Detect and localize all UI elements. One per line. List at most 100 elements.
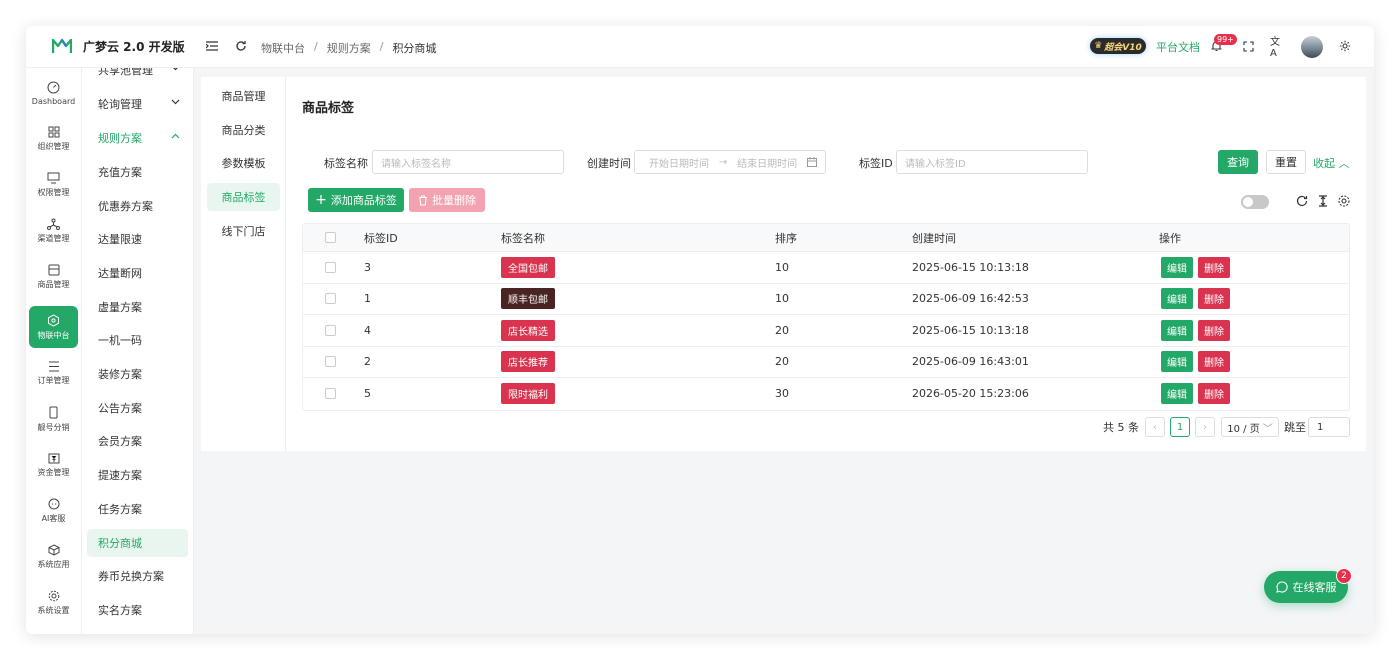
fullscreen-icon[interactable] [1240, 38, 1256, 54]
submenu-item[interactable]: 充值方案 [87, 158, 188, 186]
submenu-item[interactable]: 券币兑换方案 [87, 562, 188, 590]
tab-goods-tags[interactable]: 商品标签 [207, 183, 280, 211]
rail-item-channel[interactable]: 渠道管理 [29, 210, 78, 252]
submenu-item[interactable]: 优惠券方案 [87, 192, 188, 220]
submenu-item-shared-pool[interactable]: 共享池管理 [87, 68, 188, 84]
submenu-item[interactable]: 任务方案 [87, 495, 188, 523]
tab-param-template[interactable]: 参数模板 [207, 149, 280, 177]
rail-item-numbers[interactable]: 靓号分销 [29, 398, 78, 440]
dashboard-icon [47, 81, 60, 93]
tag-name-input[interactable]: 请输入标签名称 [372, 150, 564, 174]
submenu-item[interactable]: 一机一码 [87, 326, 188, 354]
rail-item-goods[interactable]: 商品管理 [29, 256, 78, 298]
breadcrumb-item[interactable]: 物联中台 [261, 40, 305, 56]
query-button[interactable]: 查询 [1218, 150, 1258, 174]
edit-button[interactable]: 编辑 [1161, 383, 1193, 405]
chat-icon [48, 498, 59, 510]
online-service-label: 在线客服 [1292, 581, 1337, 594]
refresh-icon[interactable] [233, 38, 249, 54]
tab-goods-category[interactable]: 商品分类 [207, 116, 280, 144]
delete-button[interactable]: 删除 [1198, 319, 1230, 341]
created-time-cell: 2026-05-20 15:23:06 [912, 387, 1029, 401]
row-checkbox[interactable] [325, 293, 336, 305]
user-avatar[interactable] [1301, 36, 1323, 58]
breadcrumb: 物联中台 / 规则方案 / 积分商城 [261, 40, 436, 56]
submenu-label: 轮询管理 [98, 98, 142, 111]
rail-item-system-apps[interactable]: 系统应用 [29, 536, 78, 578]
column-settings-icon[interactable] [1337, 194, 1351, 208]
end-date-input[interactable]: 结束日期时间 [737, 155, 797, 170]
row-checkbox[interactable] [325, 356, 336, 368]
page-number-button[interactable]: 1 [1170, 417, 1190, 437]
delete-button[interactable]: 删除 [1198, 351, 1230, 373]
tab-offline-stores[interactable]: 线下门店 [207, 217, 280, 245]
delete-button[interactable]: 删除 [1198, 288, 1230, 310]
row-checkbox[interactable] [325, 388, 336, 400]
submenu-item-points-mall[interactable]: 积分商城 [87, 529, 188, 557]
submenu-item-polling[interactable]: 轮询管理 [87, 90, 188, 118]
table-row: 5 限时福利 30 2026-05-20 15:23:06 编辑 删除 [303, 378, 1349, 410]
rail-item-iot[interactable]: 物联中台 [29, 306, 78, 348]
add-tag-button[interactable]: + 添加商品标签 [308, 188, 404, 212]
submenu-item[interactable]: 达量限速 [87, 225, 188, 253]
rail-item-ai-service[interactable]: AI客服 [29, 490, 78, 532]
add-tag-label: 添加商品标签 [330, 194, 397, 207]
tag-id-input[interactable]: 请输入标签ID [896, 150, 1088, 174]
edit-button[interactable]: 编辑 [1161, 319, 1193, 341]
tag-id-cell: 2 [364, 355, 371, 369]
rail-item-orders[interactable]: 订单管理 [29, 352, 78, 394]
rail-item-funds[interactable]: 资金管理 [29, 444, 78, 486]
submenu-item[interactable]: 达量断网 [87, 259, 188, 287]
rail-item-permission[interactable]: 权限管理 [29, 164, 78, 206]
view-toggle-switch[interactable] [1241, 195, 1269, 209]
collapse-link[interactable]: 收起 ︿ [1313, 155, 1350, 171]
edit-button[interactable]: 编辑 [1161, 288, 1193, 310]
monitor-icon [47, 172, 60, 184]
date-range-picker[interactable]: 开始日期时间 → 结束日期时间 [634, 150, 826, 174]
prev-page-button[interactable]: ‹ [1145, 417, 1165, 437]
submenu-item[interactable]: 虚量方案 [87, 293, 188, 321]
collapse-label: 收起 [1313, 157, 1335, 170]
refresh-icon[interactable] [1295, 194, 1309, 208]
tab-goods-management[interactable]: 商品管理 [207, 82, 280, 110]
tag-name-badge: 全国包邮 [501, 256, 555, 278]
row-checkbox[interactable] [325, 261, 336, 273]
select-all-checkbox[interactable] [325, 232, 336, 243]
submenu-item[interactable]: 实名方案 [87, 596, 188, 624]
column-height-icon[interactable] [1316, 194, 1330, 208]
created-time-cell: 2025-06-15 10:13:18 [912, 260, 1029, 274]
sort-cell: 30 [775, 387, 789, 401]
phone-icon [49, 406, 58, 418]
platform-docs-link[interactable]: 平台文档 [1156, 39, 1200, 55]
settings-gear-icon[interactable] [1337, 38, 1353, 54]
menu-fold-icon[interactable] [204, 38, 220, 54]
calendar-icon [806, 157, 817, 167]
vip-badge[interactable]: ♛ 超会V10 [1090, 38, 1146, 54]
row-checkbox[interactable] [325, 324, 336, 336]
rail-item-org[interactable]: 组织管理 [29, 118, 78, 160]
breadcrumb-current: 积分商城 [392, 42, 437, 55]
start-date-input[interactable]: 开始日期时间 [643, 155, 709, 170]
rail-item-dashboard[interactable]: Dashboard [29, 72, 78, 114]
submenu-item-rules[interactable]: 规则方案 [87, 124, 188, 152]
submenu-item[interactable]: 公告方案 [87, 394, 188, 422]
submenu-item[interactable]: 会员方案 [87, 427, 188, 455]
rail-item-system-settings[interactable]: 系统设置 [29, 582, 78, 624]
edit-button[interactable]: 编辑 [1161, 256, 1193, 278]
translate-icon[interactable]: 文A [1270, 37, 1286, 59]
next-page-button[interactable]: › [1195, 417, 1215, 437]
jump-page-input[interactable]: 1 [1308, 417, 1350, 437]
rail-label: 资金管理 [37, 468, 70, 477]
batch-delete-label: 批量删除 [432, 194, 476, 207]
delete-button[interactable]: 删除 [1198, 383, 1230, 405]
delete-button[interactable]: 删除 [1198, 256, 1230, 278]
batch-delete-button[interactable]: 批量删除 [409, 188, 485, 212]
reset-button[interactable]: 重置 [1266, 150, 1306, 174]
breadcrumb-item[interactable]: 规则方案 [327, 40, 371, 56]
page-size-select[interactable]: 10 / 页 ﹀ [1221, 417, 1279, 437]
page-title: 商品标签 [302, 101, 355, 116]
column-header: 创建时间 [912, 231, 956, 245]
edit-button[interactable]: 编辑 [1161, 351, 1193, 373]
submenu-item[interactable]: 提速方案 [87, 461, 188, 489]
submenu-item[interactable]: 装修方案 [87, 360, 188, 388]
